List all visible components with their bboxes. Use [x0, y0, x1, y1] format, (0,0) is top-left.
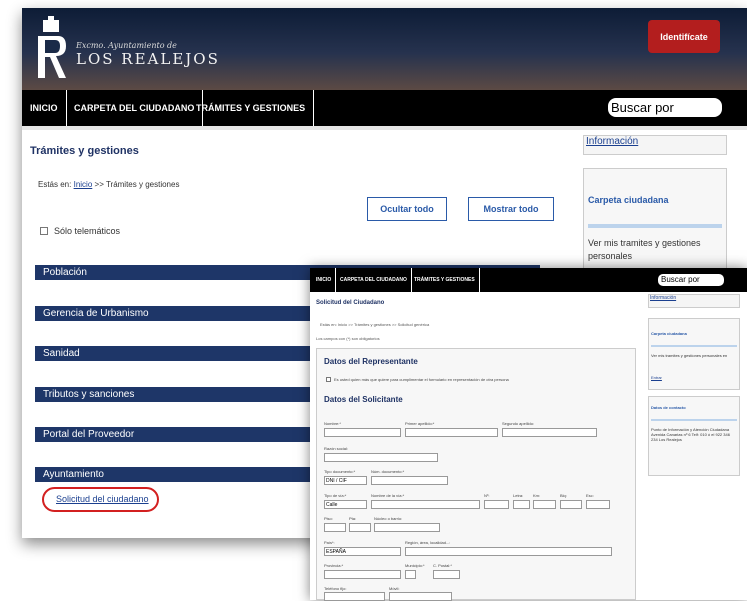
label-provincia: Provincia:*: [324, 563, 344, 568]
via-type-select[interactable]: Calle: [324, 500, 367, 509]
divider: [651, 345, 737, 347]
label-apellido1: Primer apellido:*: [405, 421, 435, 426]
label-num: Nº:: [484, 493, 490, 498]
label-movil: Móvil:: [389, 586, 400, 591]
form-nav-tramites[interactable]: TRÁMITES Y GESTIONES: [414, 268, 480, 292]
site-header: Excmo. Ayuntamiento de LOS REALEJOS Iden…: [22, 8, 747, 90]
breadcrumb: Estás en: Inicio >> Trámites y gestiones: [38, 180, 179, 189]
letra-field[interactable]: [513, 500, 530, 509]
label-razon: Razón social:: [324, 446, 349, 451]
label-bloque: Blq:: [560, 493, 567, 498]
cpostal-field[interactable]: [433, 570, 460, 579]
razon-field[interactable]: [324, 453, 438, 462]
hide-all-button[interactable]: Ocultar todo: [367, 197, 447, 221]
applicant-section-title: Datos del Solicitante: [324, 395, 403, 404]
label-tipo-doc: Tipo documento:*: [324, 469, 356, 474]
nombre-field[interactable]: [324, 428, 401, 437]
label-nombre-via: Nombre de la vía:*: [371, 493, 405, 498]
sidebar-info-link[interactable]: Información: [583, 135, 727, 155]
form-breadcrumb: Estás en: Inicio >> Trámites y gestiones…: [320, 322, 430, 327]
nav-item-inicio[interactable]: INICIO: [30, 90, 67, 126]
label-nucleo: Núcleo o barrio:: [374, 516, 403, 521]
label-tipo-via: Tipo de vía:*: [324, 493, 347, 498]
piso-field[interactable]: [324, 523, 346, 532]
form-window: INICIO CARPETA DEL CIUDADANO TRÁMITES Y …: [310, 268, 747, 601]
checkbox-icon[interactable]: [40, 227, 48, 235]
form-side-folder-title: Carpeta ciudadana: [651, 331, 687, 336]
main-nav: INICIO CARPETA DEL CIUDADANO TRÁMITES Y …: [22, 90, 747, 130]
identify-button[interactable]: Identifícate: [648, 20, 720, 53]
label-km: Km:: [533, 493, 541, 498]
divider: [651, 419, 737, 421]
form-nav: INICIO CARPETA DEL CIUDADANO TRÁMITES Y …: [310, 268, 747, 292]
form-side-contact-box: Datos de contacto Punto de Información y…: [648, 396, 740, 476]
label-cpostal: C. Postal:*: [433, 563, 452, 568]
nucleo-field[interactable]: [374, 523, 440, 532]
km-field[interactable]: [533, 500, 556, 509]
form-nav-inicio[interactable]: INICIO: [316, 268, 337, 292]
show-all-button[interactable]: Mostrar todo: [468, 197, 554, 221]
form-panel: Datos del Representante Es usted quien m…: [316, 348, 636, 601]
request-link[interactable]: Solicitud del ciudadano: [56, 494, 149, 504]
form-side-contact-text: Punto de Información y Atención Ciudadan…: [651, 427, 730, 442]
num-field[interactable]: [484, 500, 509, 509]
divider: [588, 224, 722, 228]
form-title: Solicitud del Ciudadano: [316, 300, 385, 306]
form-side-folder-link[interactable]: Entrar: [651, 375, 737, 380]
num-doc-field[interactable]: [371, 476, 448, 485]
apellido2-field[interactable]: [502, 428, 597, 437]
label-pta: Pta:: [349, 516, 357, 521]
bloque-field[interactable]: [560, 500, 582, 509]
nombre-via-field[interactable]: [371, 500, 480, 509]
required-note: Los campos con (*) son obligatorios: [316, 336, 380, 341]
label-municipio: Municipio:*: [405, 563, 425, 568]
label-region: Región, área, localidad...:: [405, 540, 451, 545]
breadcrumb-prefix: Estás en:: [38, 180, 72, 189]
form-nav-carpeta[interactable]: CARPETA DEL CIUDADANO: [340, 268, 412, 292]
nav-item-tramites[interactable]: TRÁMITES Y GESTIONES: [196, 90, 315, 126]
telematic-label: Sólo telemáticos: [54, 226, 121, 236]
label-esc: Esc:: [586, 493, 594, 498]
telematic-filter[interactable]: Sólo telemáticos: [40, 226, 120, 236]
doc-type-select[interactable]: DNI / CIF: [324, 476, 367, 485]
form-side-contact-title: Datos de contacto: [651, 405, 686, 410]
esc-field[interactable]: [586, 500, 610, 509]
pta-field[interactable]: [349, 523, 371, 532]
form-search-input[interactable]: Buscar por: [658, 274, 724, 286]
label-pais: País*:: [324, 540, 335, 545]
label-letra: Letra:: [513, 493, 524, 498]
label-telefono: Teléfono fijo:: [324, 586, 347, 591]
region-field[interactable]: [405, 547, 612, 556]
municipality-select[interactable]: [405, 570, 416, 579]
province-select[interactable]: [324, 570, 401, 579]
label-num-doc: Núm. documento:*: [371, 469, 405, 474]
checkbox-icon[interactable]: [326, 377, 331, 382]
breadcrumb-current: >> Trámites y gestiones: [94, 180, 180, 189]
logo-title: LOS REALEJOS: [76, 50, 220, 68]
nav-item-carpeta[interactable]: CARPETA DEL CIUDADANO: [74, 90, 204, 126]
form-side-info-link[interactable]: Información: [648, 294, 740, 308]
form-side-folder-box: Carpeta ciudadana Ver mis tramites y ges…: [648, 318, 740, 390]
sidebar-folder-text[interactable]: Ver mis tramites y gestiones personales: [588, 237, 718, 263]
label-nombre: Nombre:*: [324, 421, 341, 426]
rep-check-row[interactable]: Es usted quien más que quiere para cumpl…: [326, 377, 509, 382]
label-piso: Piso:: [324, 516, 333, 521]
logo-subtitle: Excmo. Ayuntamiento de: [76, 41, 177, 50]
label-apellido2: Segundo apellido:: [502, 421, 535, 426]
country-select[interactable]: ESPAÑA: [324, 547, 401, 556]
sidebar-folder-title: Carpeta ciudadana: [588, 195, 669, 205]
search-input[interactable]: Buscar por: [608, 98, 722, 117]
logo-icon: [38, 16, 66, 78]
apellido1-field[interactable]: [405, 428, 498, 437]
page-title: Trámites y gestiones: [30, 145, 139, 157]
rep-check-label: Es usted quien más que quiere para cumpl…: [334, 377, 509, 382]
rep-section-title: Datos del Representante: [324, 357, 418, 366]
breadcrumb-home-link[interactable]: Inicio: [74, 180, 93, 189]
form-side-folder-text: Ver mis tramites y gestiones personales …: [651, 353, 728, 358]
